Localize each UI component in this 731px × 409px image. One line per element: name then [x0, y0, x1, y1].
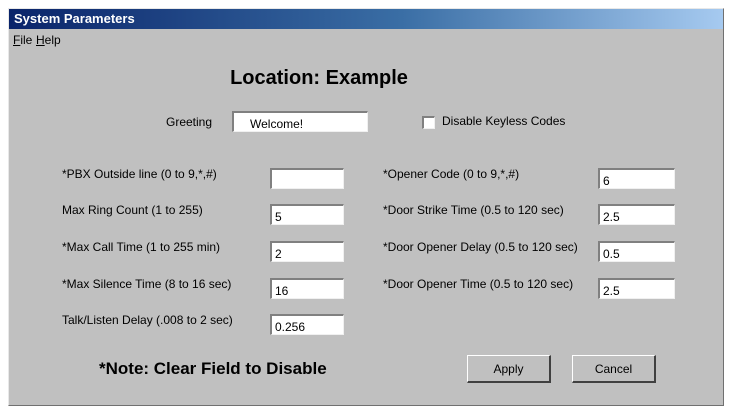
max-ring-count-field[interactable]: 5 — [270, 204, 344, 225]
door-opener-time-label: *Door Opener Time (0.5 to 120 sec) — [383, 277, 574, 291]
opener-code-field[interactable]: 6 — [598, 168, 675, 189]
max-silence-time-field[interactable]: 16 — [270, 278, 344, 299]
door-opener-delay-field[interactable]: 0.5 — [598, 241, 675, 262]
greeting-label: Greeting — [166, 115, 213, 129]
max-silence-time-label: *Max Silence Time (8 to 16 sec) — [62, 277, 232, 291]
pbx-outside-line-field[interactable] — [270, 168, 344, 189]
door-strike-time-label: *Door Strike Time (0.5 to 120 sec) — [383, 203, 564, 217]
system-parameters-window: System Parameters File Help Location: Ex… — [8, 8, 724, 406]
menu-file[interactable]: File — [13, 33, 32, 47]
max-ring-count-label: Max Ring Count (1 to 255) — [62, 203, 203, 217]
opener-code-label: *Opener Code (0 to 9,*,#) — [383, 167, 520, 181]
talk-listen-delay-field[interactable]: 0.256 — [270, 314, 344, 335]
door-opener-delay-label: *Door Opener Delay (0.5 to 120 sec) — [383, 240, 578, 254]
greeting-field[interactable]: Welcome! — [232, 111, 368, 132]
door-opener-time-field[interactable]: 2.5 — [598, 278, 675, 299]
disable-keyless-checkbox[interactable] — [422, 116, 435, 129]
menu-help[interactable]: Help — [36, 33, 61, 47]
talk-listen-delay-label: Talk/Listen Delay (.008 to 2 sec) — [62, 313, 233, 327]
cancel-button[interactable]: Cancel — [572, 355, 656, 383]
note-text: *Note: Clear Field to Disable — [99, 359, 327, 378]
door-strike-time-field[interactable]: 2.5 — [598, 204, 675, 225]
pbx-outside-line-label: *PBX Outside line (0 to 9,*,#) — [62, 167, 217, 181]
max-call-time-label: *Max Call Time (1 to 255 min) — [62, 240, 221, 254]
disable-keyless-label: Disable Keyless Codes — [442, 114, 566, 128]
window-title: System Parameters — [14, 11, 135, 26]
apply-button[interactable]: Apply — [467, 355, 551, 383]
title-bar[interactable]: System Parameters — [9, 9, 723, 29]
location-heading: Location: Example — [230, 67, 408, 89]
max-call-time-field[interactable]: 2 — [270, 241, 344, 262]
